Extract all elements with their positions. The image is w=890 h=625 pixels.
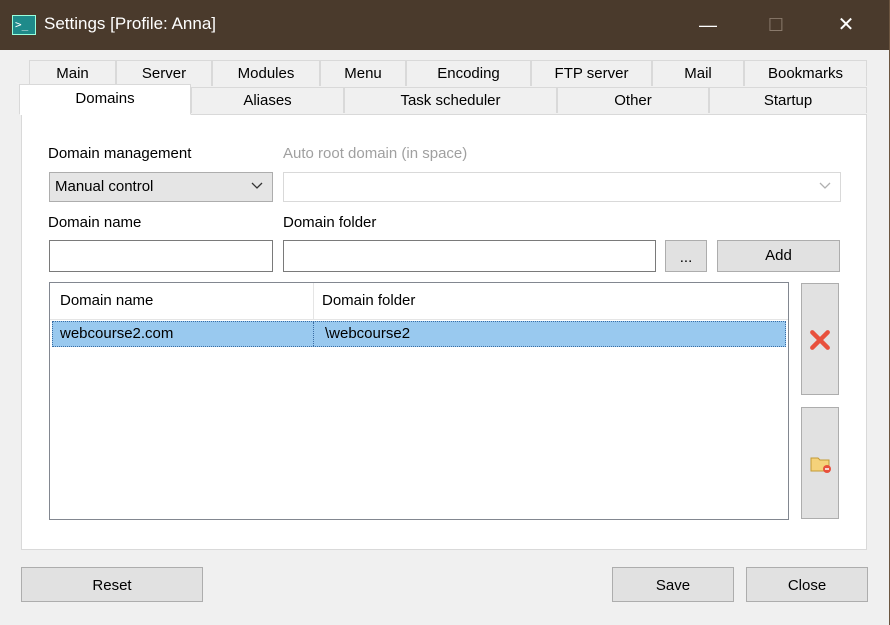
close-window-button[interactable]: ✕ [811, 0, 881, 50]
domain-name-label: Domain name [48, 214, 142, 231]
auto-root-domain-label: Auto root domain (in space) [283, 145, 468, 162]
window-title: Settings [Profile: Anna] [44, 14, 216, 33]
tab-task-scheduler[interactable]: Task scheduler [344, 87, 557, 113]
delete-domain-button[interactable] [801, 283, 839, 395]
tab-aliases[interactable]: Aliases [191, 87, 344, 113]
domain-folder-label: Domain folder [283, 214, 377, 231]
tab-server[interactable]: Server [116, 60, 212, 86]
app-icon: >_ [12, 15, 36, 35]
title-bar[interactable]: >_ Settings [Profile: Anna] — ☐ ✕ [0, 0, 889, 50]
column-header-domain-name[interactable]: Domain name [50, 283, 314, 319]
auto-root-domain-select [283, 172, 841, 202]
domain-management-select[interactable]: Manual control [49, 172, 273, 202]
domain-management-label: Domain management [48, 145, 192, 162]
save-button[interactable]: Save [612, 567, 734, 602]
tab-modules[interactable]: Modules [212, 60, 320, 86]
table-row[interactable]: webcourse2.com \webcourse2 [52, 321, 786, 347]
tab-ftp-server[interactable]: FTP server [531, 60, 652, 86]
browse-folder-button[interactable]: ... [665, 240, 707, 272]
tab-mail[interactable]: Mail [652, 60, 744, 86]
tab-startup[interactable]: Startup [709, 87, 867, 113]
domain-management-value: Manual control [55, 178, 154, 195]
column-header-domain-folder[interactable]: Domain folder [314, 283, 788, 319]
tab-domains[interactable]: Domains [19, 84, 191, 115]
maximize-button[interactable]: ☐ [741, 0, 811, 50]
close-button[interactable]: Close [746, 567, 868, 602]
chevron-down-icon [819, 182, 831, 189]
tab-encoding[interactable]: Encoding [406, 60, 531, 86]
tab-menu[interactable]: Menu [320, 60, 406, 86]
column-separator [313, 322, 315, 346]
tab-main[interactable]: Main [29, 60, 116, 86]
minimize-button[interactable]: — [673, 0, 743, 50]
folder-remove-icon [810, 457, 831, 473]
tab-bookmarks[interactable]: Bookmarks [744, 60, 867, 86]
reset-button[interactable]: Reset [21, 567, 203, 602]
domain-folder-input[interactable] [283, 240, 656, 272]
domains-table[interactable]: Domain name Domain folder webcourse2.com… [49, 282, 789, 520]
domain-name-input[interactable] [49, 240, 273, 272]
table-header: Domain name Domain folder [50, 283, 788, 320]
row-domain-folder: \webcourse2 [325, 325, 411, 342]
remove-folder-button[interactable] [801, 407, 839, 519]
settings-window: >_ Settings [Profile: Anna] — ☐ ✕ Main S… [0, 0, 889, 625]
tab-other[interactable]: Other [557, 87, 709, 113]
row-domain-name: webcourse2.com [60, 325, 174, 342]
chevron-down-icon [251, 182, 263, 189]
add-domain-button[interactable]: Add [717, 240, 840, 272]
delete-icon [810, 330, 830, 350]
